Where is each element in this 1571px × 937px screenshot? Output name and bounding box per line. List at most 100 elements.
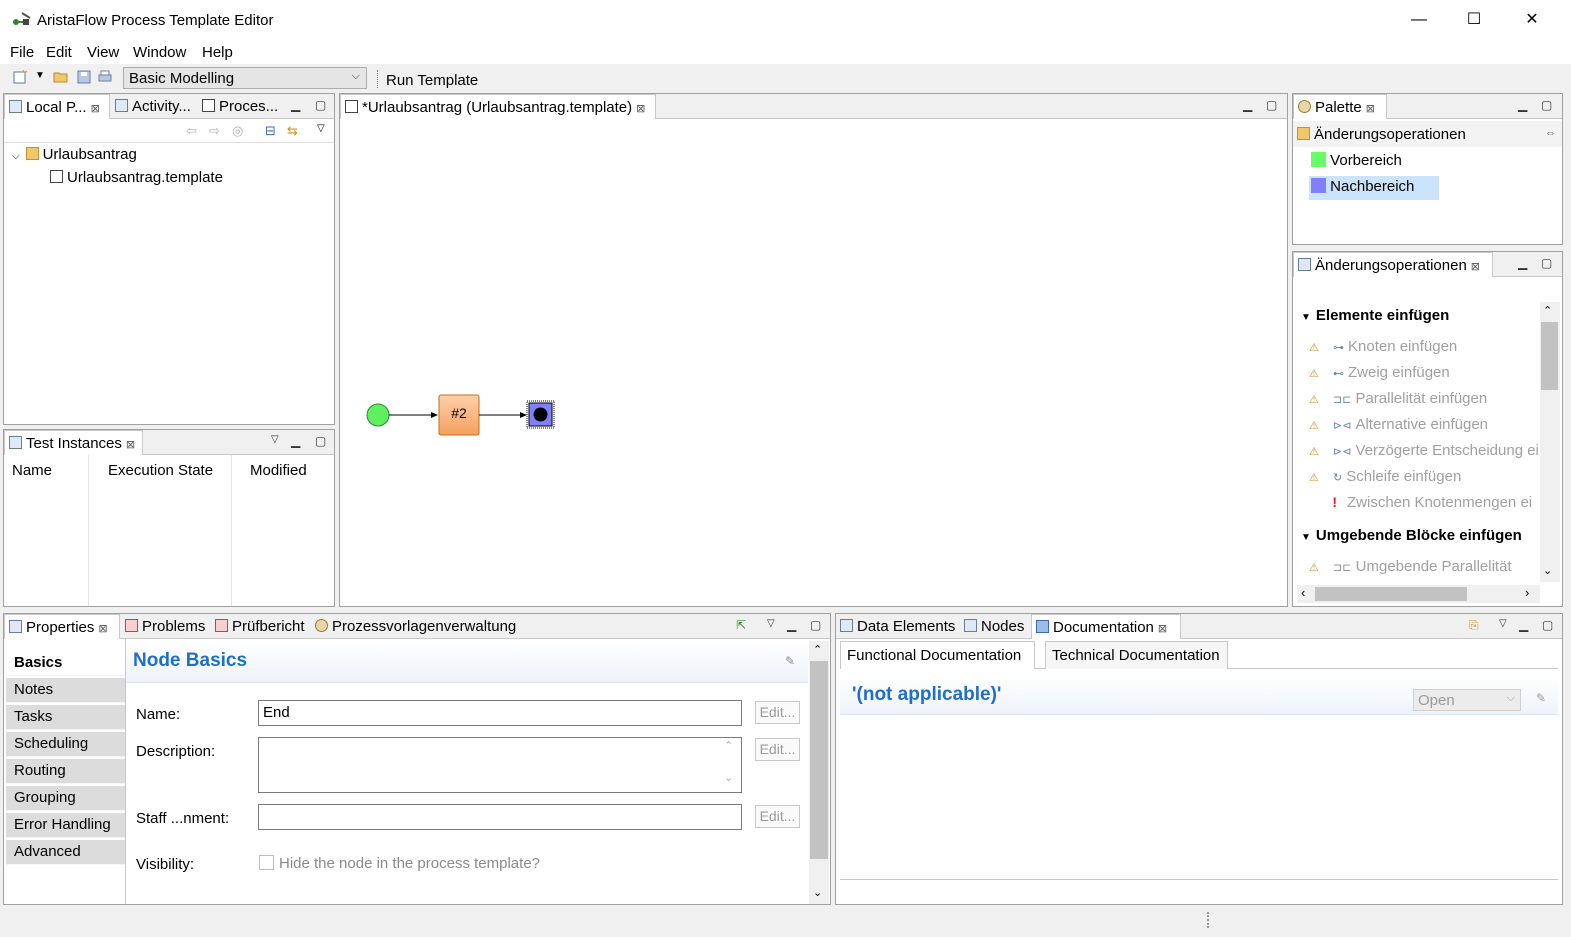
staff-assignment-field[interactable]: [258, 804, 742, 830]
collapse-icon[interactable]: ⇔: [1545, 127, 1556, 139]
tab-operations[interactable]: Änderungsoperationen ⊠: [1293, 252, 1493, 277]
maximize-panel-icon[interactable]: ▢: [1266, 98, 1277, 112]
view-menu-icon[interactable]: ▽: [1499, 618, 1507, 629]
scroll-thumb[interactable]: [1541, 322, 1558, 390]
scroll-down-icon[interactable]: ⌄: [724, 771, 733, 784]
edit-staff-button[interactable]: Edit...: [755, 805, 800, 828]
start-node[interactable]: [366, 403, 390, 427]
nav-item-grouping[interactable]: Grouping: [6, 786, 125, 811]
edit-name-button[interactable]: Edit...: [755, 701, 800, 724]
tab-nodes[interactable]: Nodes: [960, 614, 1030, 639]
nav-item-advanced[interactable]: Advanced: [6, 840, 125, 865]
nav-item-error-handling[interactable]: Error Handling: [6, 813, 125, 838]
tree-file[interactable]: Urlaubsantrag.template: [50, 169, 223, 186]
scroll-thumb[interactable]: [810, 661, 828, 859]
minimize-panel-icon[interactable]: ▁: [1518, 98, 1527, 112]
nav-item-basics[interactable]: Basics: [6, 651, 125, 676]
tab-test-instances[interactable]: Test Instances ⊠: [4, 430, 143, 455]
run-template-button[interactable]: Run Template: [386, 72, 478, 89]
op-item[interactable]: ⚠ ⊳⊲ Verzögerte Entscheidung ei: [1309, 442, 1539, 459]
close-tab-icon[interactable]: ⊠: [1158, 623, 1167, 635]
close-tab-icon[interactable]: ⊠: [1471, 261, 1480, 273]
view-menu-icon[interactable]: ▽: [317, 123, 325, 134]
maximize-panel-icon[interactable]: ▢: [315, 434, 326, 448]
maximize-panel-icon[interactable]: ▢: [315, 98, 326, 112]
nav-back-icon[interactable]: ⇦: [186, 123, 197, 139]
close-tab-icon[interactable]: ⊠: [126, 439, 135, 451]
maximize-panel-icon[interactable]: ▢: [810, 618, 821, 632]
nav-home-icon[interactable]: ◎: [232, 123, 243, 139]
operations-scrollbar[interactable]: ⌃ ⌄: [1540, 302, 1560, 582]
nav-item-notes[interactable]: Notes: [6, 678, 125, 703]
brush-icon[interactable]: ✎: [785, 654, 795, 668]
new-dropdown-icon[interactable]: ▼: [35, 70, 45, 81]
tab-activity[interactable]: Activity...: [111, 94, 197, 119]
minimize-panel-icon[interactable]: ▁: [787, 618, 796, 632]
tree-folder[interactable]: ⌵ Urlaubsantrag: [12, 146, 137, 163]
column-modified[interactable]: Modified: [250, 462, 307, 479]
operations-hscrollbar[interactable]: ‹ ›: [1297, 585, 1540, 603]
close-tab-icon[interactable]: ⊠: [1366, 103, 1375, 115]
maximize-button[interactable]: ☐: [1451, 6, 1497, 34]
chevron-down-icon[interactable]: ⌵: [12, 151, 20, 162]
close-tab-icon[interactable]: ⊠: [636, 103, 645, 115]
hscroll-thumb[interactable]: [1315, 587, 1467, 601]
menu-window[interactable]: Window: [133, 44, 186, 61]
section-elemente-einfuegen[interactable]: ▼ Elemente einfügen: [1301, 307, 1449, 324]
scroll-right-icon[interactable]: ›: [1525, 585, 1529, 600]
tab-documentation[interactable]: Documentation ⊠: [1031, 614, 1181, 639]
view-menu-icon[interactable]: ▽: [767, 618, 775, 629]
maximize-panel-icon[interactable]: ▢: [1541, 256, 1552, 270]
description-field[interactable]: [258, 737, 742, 793]
section-umgebende-bloecke[interactable]: ▼ Umgebende Blöcke einfügen: [1301, 527, 1522, 544]
tab-problems[interactable]: Problems: [121, 614, 210, 639]
op-item[interactable]: ⚠ ⊐⊏ Parallelität einfügen: [1309, 390, 1487, 407]
subtab-technical[interactable]: Technical Documentation: [1045, 641, 1228, 669]
menu-view[interactable]: View: [87, 44, 119, 61]
op-item[interactable]: ⚠ ⊐⊏ Umgebende Parallelität: [1309, 558, 1512, 575]
scroll-down-icon[interactable]: ⌄: [1543, 564, 1552, 577]
scroll-left-icon[interactable]: ‹: [1301, 585, 1305, 600]
nav-item-routing[interactable]: Routing: [6, 759, 125, 784]
hide-node-checkbox[interactable]: [259, 855, 274, 870]
scroll-down-icon[interactable]: ⌄: [813, 886, 822, 899]
nav-forward-icon[interactable]: ⇨: [209, 123, 220, 139]
minimize-panel-icon[interactable]: ▁: [1243, 98, 1252, 112]
scroll-up-icon[interactable]: ⌃: [813, 643, 822, 656]
minimize-panel-icon[interactable]: ▁: [1519, 618, 1528, 632]
scroll-up-icon[interactable]: ⌃: [724, 739, 733, 752]
column-execution-state[interactable]: Execution State: [108, 462, 213, 479]
menu-edit[interactable]: Edit: [46, 44, 72, 61]
close-tab-icon[interactable]: ⊠: [98, 623, 107, 635]
open-folder-icon[interactable]: [53, 69, 69, 85]
tab-data-elements[interactable]: Data Elements: [836, 614, 959, 639]
save-icon[interactable]: [76, 69, 92, 85]
op-item[interactable]: ⚠ ⊷ Zweig einfügen: [1309, 364, 1450, 381]
scroll-up-icon[interactable]: ⌃: [1543, 304, 1552, 317]
tab-local-projects[interactable]: Local P... ⊠: [4, 94, 110, 119]
view-menu-icon[interactable]: ▽: [271, 434, 279, 445]
nav-item-scheduling[interactable]: Scheduling: [6, 732, 125, 757]
palette-item-vorbereich[interactable]: Vorbereich: [1309, 150, 1439, 174]
palette-item-nachbereich[interactable]: Nachbereich: [1309, 176, 1439, 200]
maximize-panel-icon[interactable]: ▢: [1541, 98, 1552, 112]
op-item[interactable]: ! Zwischen Knotenmengen ei: [1309, 494, 1532, 511]
column-name[interactable]: Name: [12, 462, 52, 479]
menu-help[interactable]: Help: [202, 44, 233, 61]
op-item[interactable]: ⚠ ⊶ Knoten einfügen: [1309, 338, 1457, 355]
tab-properties[interactable]: Properties ⊠: [4, 614, 120, 639]
minimize-button[interactable]: —: [1396, 6, 1442, 34]
tab-prozessvorlagenverwaltung[interactable]: Prozessvorlagenverwaltung: [311, 614, 519, 639]
op-item[interactable]: ⚠ ↻ Schleife einfügen: [1309, 468, 1461, 485]
tab-editor-template[interactable]: *Urlaubsantrag (Urlaubsantrag.template) ⊠: [340, 94, 656, 119]
tab-process[interactable]: Proces...: [198, 94, 280, 119]
close-tab-icon[interactable]: ⊠: [91, 103, 100, 115]
collapse-all-icon[interactable]: ⊟: [265, 123, 276, 139]
doc-status-select[interactable]: Open ⌵: [1413, 689, 1521, 711]
close-button[interactable]: ✕: [1509, 6, 1555, 34]
edit-doc-icon[interactable]: ✎: [1536, 691, 1546, 705]
minimize-panel-icon[interactable]: ▁: [291, 434, 300, 448]
subtab-functional[interactable]: Functional Documentation: [840, 641, 1035, 669]
new-icon[interactable]: [12, 69, 28, 85]
tab-palette[interactable]: Palette ⊠: [1293, 94, 1387, 119]
